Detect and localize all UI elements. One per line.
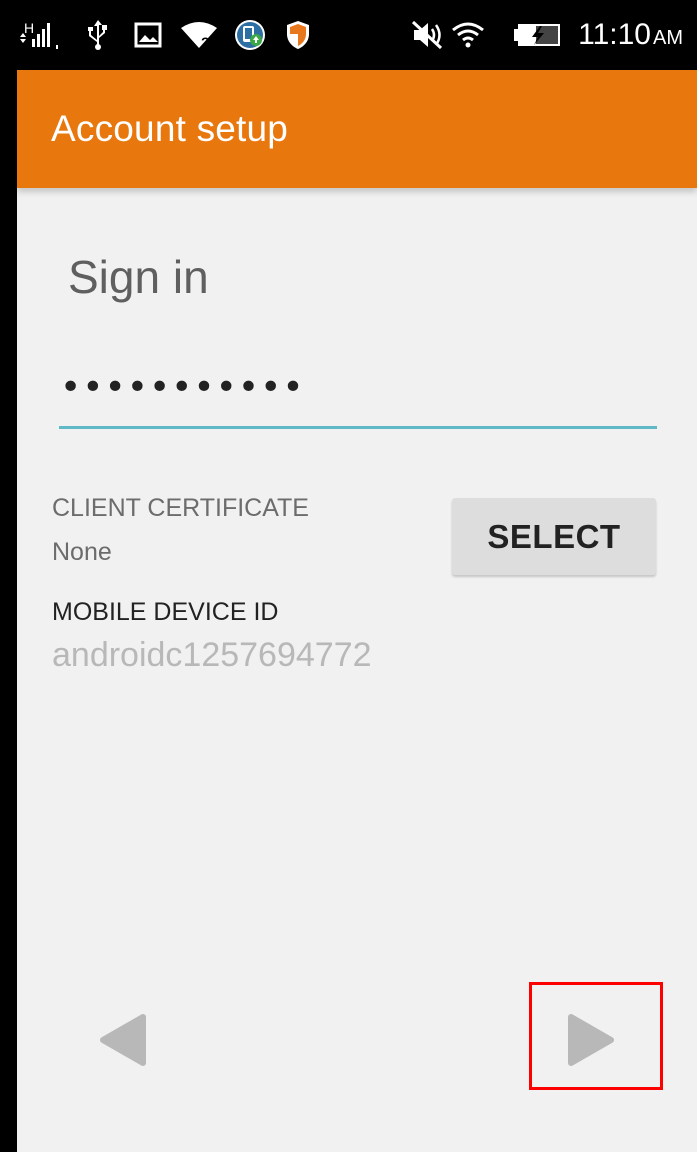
client-certificate-label: CLIENT CERTIFICATE	[52, 494, 309, 522]
select-certificate-button[interactable]: SELECT	[452, 498, 656, 575]
image-icon	[130, 0, 166, 70]
wifi-icon	[448, 0, 488, 70]
sign-in-heading: Sign in	[68, 251, 209, 303]
clock-time: 11:10	[578, 18, 651, 51]
app-toolbar: Account setup	[17, 70, 697, 188]
clock-ampm: AM	[653, 26, 683, 49]
battery-charging-icon	[512, 0, 564, 70]
toolbar-title: Account setup	[51, 108, 289, 149]
signal-icon: H	[8, 0, 70, 70]
password-value: •••••••••••	[60, 367, 305, 408]
shield-icon	[280, 0, 316, 70]
mobile-device-id-label: MOBILE DEVICE ID	[52, 598, 279, 626]
network-type-label: H	[24, 20, 34, 36]
previous-button[interactable]	[92, 1010, 152, 1070]
wifi-unknown-icon: ?	[176, 0, 222, 70]
next-button-highlight	[529, 982, 663, 1090]
previous-arrow-icon	[100, 1014, 146, 1066]
account-setup-screen: Account setup Sign in ••••••••••• CLIENT…	[17, 70, 697, 1152]
mobile-device-id-value: androidc1257694772	[52, 636, 372, 674]
device-screen: H ? 11:10 AM Account setup Sign in •••••…	[0, 0, 697, 1152]
mute-icon	[407, 0, 447, 70]
status-time: 11:10 AM	[578, 0, 683, 70]
usb-icon	[80, 0, 116, 70]
status-bar: H ? 11:10 AM	[0, 0, 697, 70]
client-certificate-value: None	[52, 538, 112, 566]
svg-text:?: ?	[201, 34, 210, 50]
app-update-icon	[230, 0, 270, 70]
